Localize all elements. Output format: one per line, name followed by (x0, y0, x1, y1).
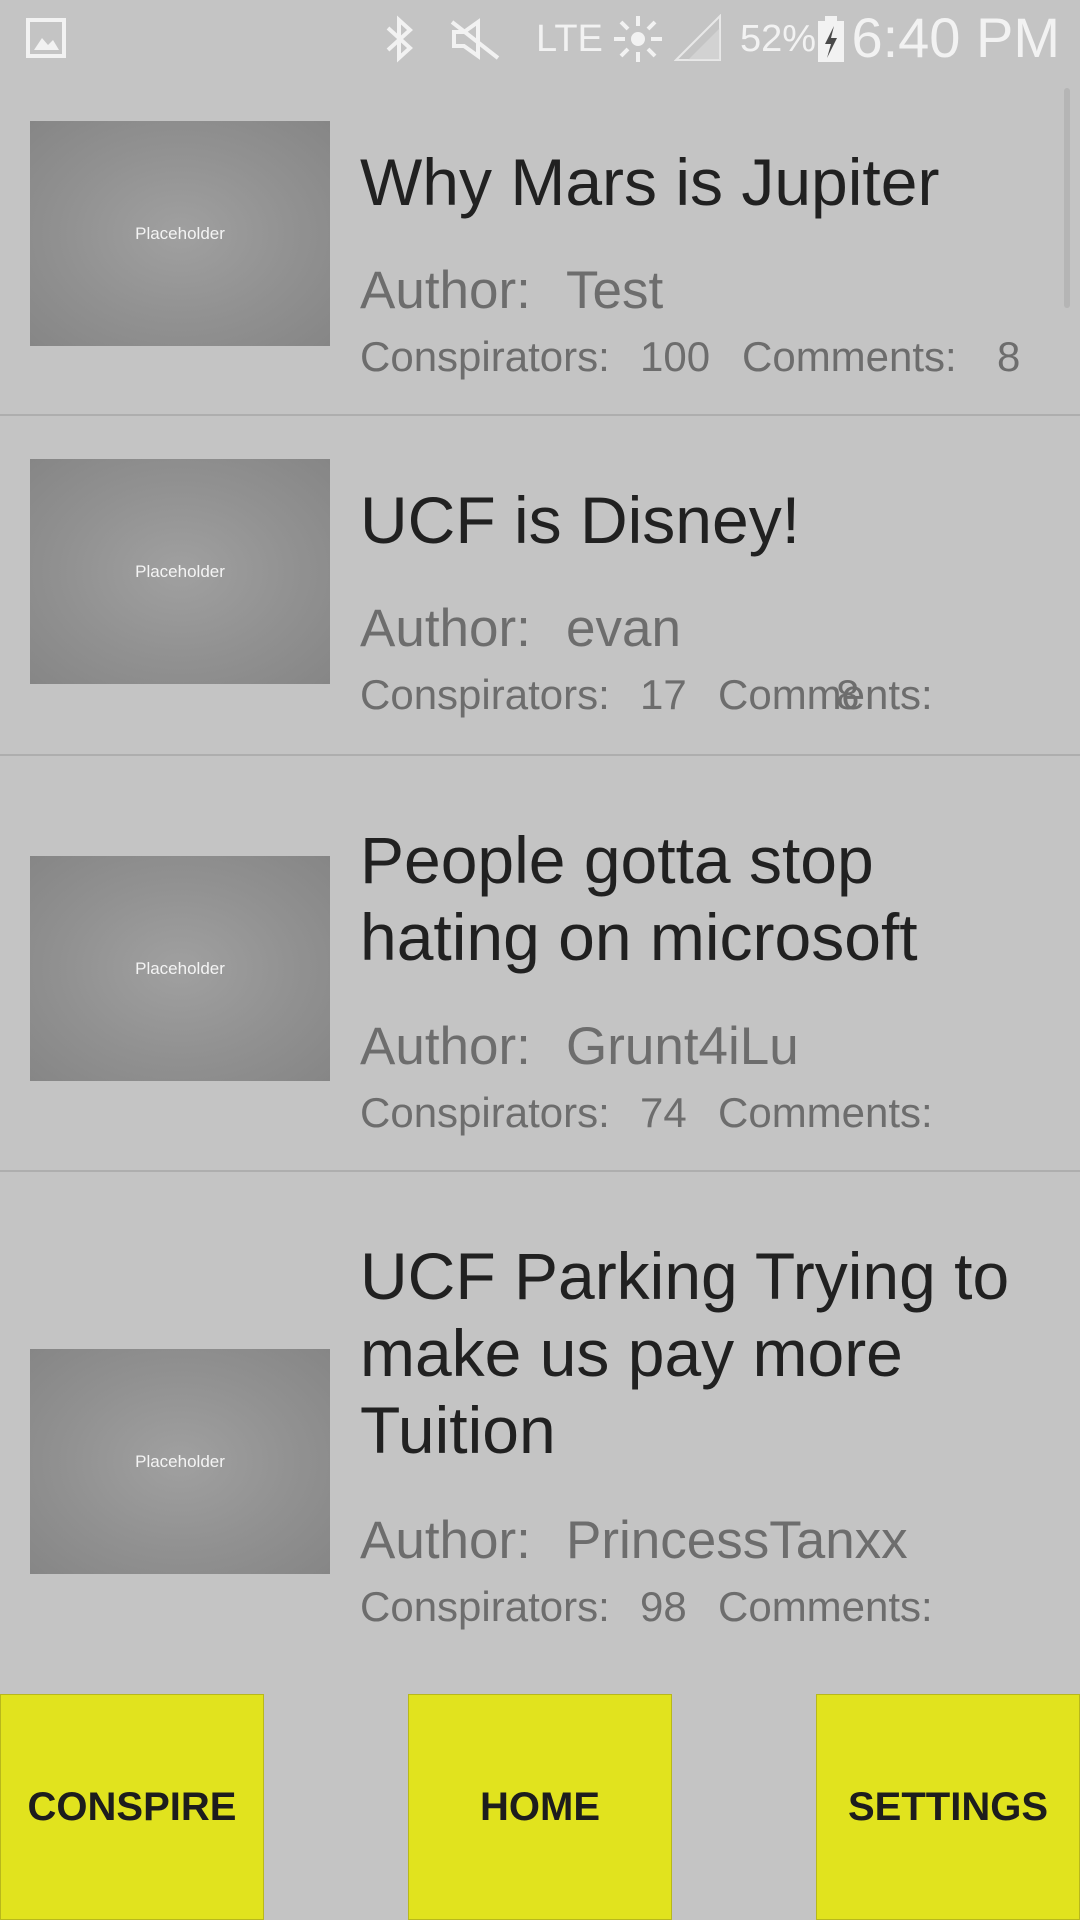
signal-strength-icon (674, 14, 721, 61)
author-label: Author: (360, 1511, 531, 1570)
network-type-label: LTE (536, 18, 603, 60)
post-title: UCF is Disney! (360, 483, 801, 557)
post-title: UCF Parking Trying to make us pay more T… (360, 1239, 1010, 1467)
conspirators-label: Conspirators: (360, 333, 610, 380)
data-activity-icon (614, 16, 662, 62)
clock: 6:40 PM (851, 6, 1060, 69)
comments-label: Comments: (718, 1583, 933, 1630)
stats-row: Conspirators: 74 Comments: (360, 1089, 1060, 1139)
stats-row: Conspirators: 17 Comments: 8 (360, 671, 1060, 721)
status-bar: LTE 52% 6:40 PM (0, 0, 1080, 78)
thumbnail-placeholder-text: Placeholder (135, 561, 225, 581)
post-title: People gotta stop hating on microsoft (360, 823, 918, 974)
comments-label: Comments: (718, 671, 933, 718)
battery-charging-icon (818, 16, 844, 62)
author-label: Author: (360, 261, 531, 320)
conspire-button[interactable]: CONSPIRE (0, 1694, 264, 1920)
post-thumbnail: Placeholder (30, 856, 330, 1081)
list-item[interactable]: Placeholder UCF is Disney! Author: evan … (0, 416, 1080, 756)
comments-label: Comments: (718, 1089, 933, 1136)
list-item[interactable]: Placeholder People gotta stop hating on … (0, 756, 1080, 1172)
conspirators-label: Conspirators: (360, 1583, 610, 1630)
conspiracy-feed[interactable]: Placeholder Why Mars is Jupiter Author: … (0, 78, 1080, 1694)
gallery-notification-icon (26, 18, 66, 58)
battery-percent: 52% (740, 18, 817, 60)
settings-button[interactable]: SETTINGS (816, 1694, 1080, 1920)
comments-count: 8 (997, 333, 1021, 380)
comments-count: 8 (836, 671, 860, 718)
list-item[interactable]: Placeholder UCF Parking Trying to make u… (0, 1172, 1080, 1672)
author-name: Test (566, 261, 664, 320)
author-name: PrincessTanxx (566, 1511, 908, 1570)
vibrate-mute-icon (450, 18, 500, 60)
author-label: Author: (360, 599, 531, 658)
author-row: Author: evan (360, 598, 681, 659)
home-button[interactable]: HOME (408, 1694, 672, 1920)
comments-label: Comments: (742, 333, 957, 380)
stats-row: Conspirators: 100 Comments: 8 (360, 333, 1060, 383)
author-name: evan (566, 599, 681, 658)
conspirators-count: 74 (640, 1089, 687, 1136)
post-thumbnail: Placeholder (30, 459, 330, 684)
conspirators-label: Conspirators: (360, 671, 610, 718)
author-row: Author: Test (360, 260, 663, 321)
author-label: Author: (360, 1017, 531, 1076)
author-name: Grunt4iLu (566, 1017, 799, 1076)
bluetooth-icon (386, 15, 413, 63)
thumbnail-placeholder-text: Placeholder (135, 223, 225, 243)
stats-row: Conspirators: 98 Comments: (360, 1583, 1060, 1633)
post-thumbnail: Placeholder (30, 121, 330, 346)
conspirators-label: Conspirators: (360, 1089, 610, 1136)
conspirators-count: 100 (640, 333, 711, 380)
author-row: Author: PrincessTanxx (360, 1510, 908, 1571)
post-thumbnail: Placeholder (30, 1349, 330, 1574)
post-title: Why Mars is Jupiter (360, 145, 940, 219)
conspirators-count: 98 (640, 1583, 687, 1630)
author-row: Author: Grunt4iLu (360, 1016, 799, 1077)
thumbnail-placeholder-text: Placeholder (135, 958, 225, 978)
thumbnail-placeholder-text: Placeholder (135, 1451, 225, 1471)
list-item[interactable]: Placeholder Why Mars is Jupiter Author: … (0, 78, 1080, 416)
conspirators-count: 17 (640, 671, 687, 718)
